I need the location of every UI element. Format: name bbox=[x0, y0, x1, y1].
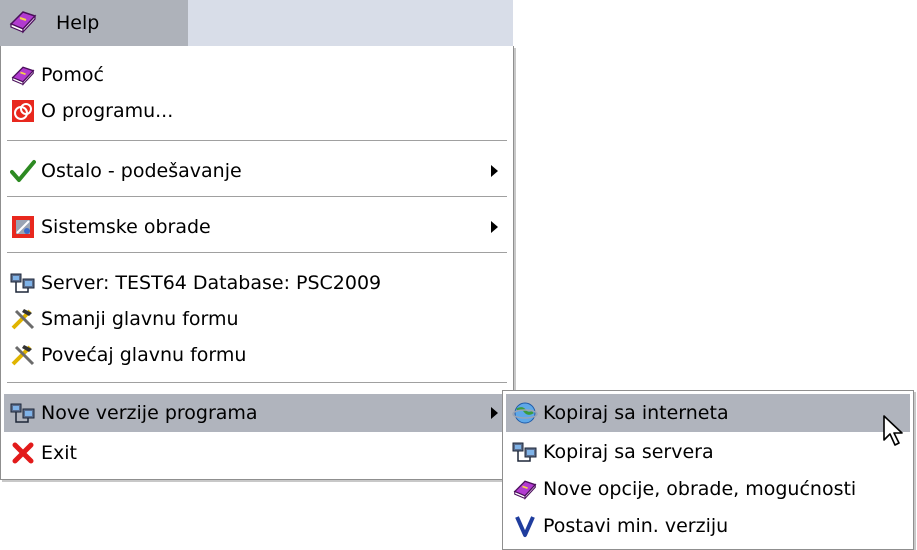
menu-item-sistemske-obrade[interactable]: Sistemske obrade bbox=[4, 210, 510, 244]
submenu-item-kopiraj-internet[interactable]: Kopiraj sa interneta bbox=[506, 394, 910, 432]
red-x-icon bbox=[10, 440, 36, 466]
submenu-item-label: Kopiraj sa interneta bbox=[543, 402, 729, 424]
menu-item-ostalo-podesavanje[interactable]: Ostalo - podešavanje bbox=[4, 154, 510, 188]
submenu-item-nove-opcije[interactable]: Nove opcije, obrade, mogućnosti bbox=[506, 472, 910, 506]
submenu-item-postavi-min-verziju[interactable]: Postavi min. verziju bbox=[506, 509, 910, 543]
v-letter-icon bbox=[512, 513, 538, 539]
hammer-tools-icon bbox=[10, 306, 36, 332]
system-tools-icon bbox=[10, 214, 36, 240]
book-icon bbox=[8, 7, 38, 40]
mouse-cursor-icon bbox=[882, 414, 906, 453]
menu-help[interactable]: Help bbox=[0, 0, 188, 46]
submenu-arrow-icon bbox=[491, 165, 498, 177]
menu-bar: Help bbox=[0, 0, 513, 47]
help-dropdown-menu: Pomoć O programu... Ostalo - podešavanje bbox=[0, 46, 514, 480]
menu-item-server-info[interactable]: Server: TEST64 Database: PSC2009 bbox=[4, 266, 510, 300]
submenu-item-label: Postavi min. verziju bbox=[543, 515, 729, 537]
submenu-item-label: Kopiraj sa servera bbox=[543, 441, 714, 463]
nove-verzije-submenu: Kopiraj sa interneta Kopiraj sa servera … bbox=[502, 390, 914, 550]
menu-item-exit[interactable]: Exit bbox=[4, 435, 510, 471]
menu-item-pomoc[interactable]: Pomoć bbox=[4, 58, 510, 92]
menu-help-label: Help bbox=[56, 12, 100, 34]
hammer-tools-icon bbox=[10, 342, 36, 368]
submenu-arrow-icon bbox=[491, 221, 498, 233]
menu-item-label: O programu... bbox=[41, 100, 174, 122]
menu-item-label: Smanji glavnu formu bbox=[41, 308, 239, 330]
menu-item-o-programu[interactable]: O programu... bbox=[4, 94, 510, 128]
checkmark-icon bbox=[10, 158, 36, 184]
menu-separator bbox=[7, 140, 507, 142]
book-icon bbox=[512, 476, 538, 502]
menu-item-smanji-formu[interactable]: Smanji glavnu formu bbox=[4, 302, 510, 336]
menu-item-povecaj-formu[interactable]: Povećaj glavnu formu bbox=[4, 338, 510, 372]
menu-separator bbox=[7, 382, 507, 384]
menu-item-nove-verzije[interactable]: Nove verzije programa bbox=[4, 394, 510, 432]
network-computers-icon bbox=[10, 270, 36, 296]
internet-globe-icon bbox=[512, 400, 538, 426]
menu-item-label: Ostalo - podešavanje bbox=[41, 160, 242, 182]
menu-item-label: Sistemske obrade bbox=[41, 216, 211, 238]
network-computers-icon bbox=[10, 400, 36, 426]
menu-separator bbox=[7, 196, 507, 198]
menu-item-label: Pomoć bbox=[41, 64, 104, 86]
menu-separator bbox=[7, 252, 507, 254]
book-icon bbox=[10, 62, 36, 88]
menu-item-label: Exit bbox=[41, 442, 77, 464]
menu-item-label: Nove verzije programa bbox=[41, 402, 258, 424]
network-computers-icon bbox=[512, 439, 538, 465]
submenu-arrow-icon bbox=[491, 407, 498, 419]
menu-item-label: Server: TEST64 Database: PSC2009 bbox=[41, 272, 382, 294]
submenu-item-kopiraj-server[interactable]: Kopiraj sa servera bbox=[506, 435, 910, 469]
submenu-item-label: Nove opcije, obrade, mogućnosti bbox=[543, 478, 857, 500]
menu-item-label: Povećaj glavnu formu bbox=[41, 344, 247, 366]
about-logo-icon bbox=[10, 98, 36, 124]
